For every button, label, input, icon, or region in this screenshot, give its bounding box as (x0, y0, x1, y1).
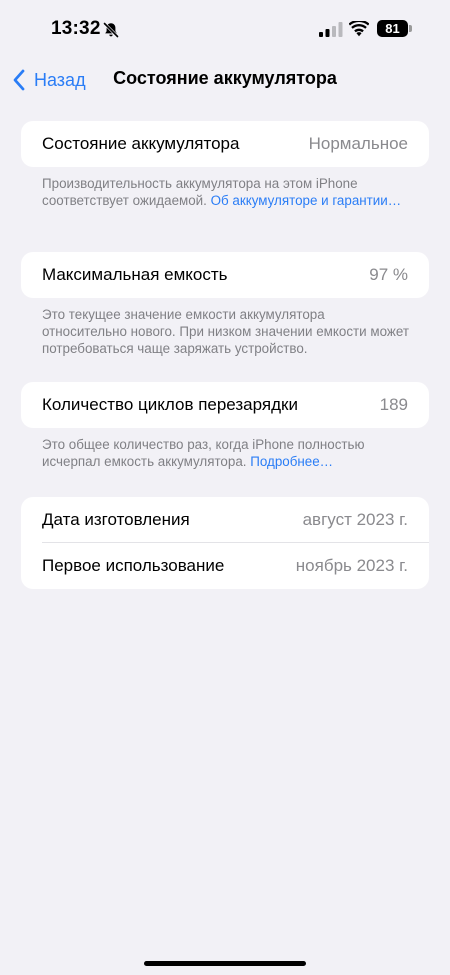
battery-health-label: Состояние аккумулятора (42, 134, 240, 153)
first-use-value: ноябрь 2023 г. (295, 556, 408, 575)
manufacture-date-value: август 2023 г. (302, 510, 408, 529)
home-indicator[interactable] (144, 961, 306, 966)
battery-health-row: Состояние аккумулятора Нормальное (21, 121, 429, 167)
max-capacity-card: Максимальная емкость 97 % (21, 252, 429, 298)
max-capacity-footnote-text: Это текущее значение емкости аккумулятор… (42, 307, 409, 356)
cycle-count-card: Количество циклов перезарядки 189 (21, 382, 429, 428)
manufacture-date-label: Дата изготовления (42, 510, 190, 529)
manufacture-date-row: Дата изготовления август 2023 г. (21, 497, 429, 543)
battery-tip (409, 25, 412, 32)
first-use-row: Первое использование ноябрь 2023 г. (21, 543, 429, 589)
battery-health-card: Состояние аккумулятора Нормальное (21, 121, 429, 167)
bell-slash-icon (102, 21, 120, 39)
cycle-count-footnote: Это общее количество раз, когда iPhone п… (42, 436, 412, 470)
max-capacity-value: 97 % (369, 265, 408, 284)
dates-card: Дата изготовления август 2023 г. Первое … (21, 497, 429, 589)
cycle-count-label: Количество циклов перезарядки (42, 395, 298, 414)
first-use-label: Первое использование (42, 556, 225, 575)
wifi-icon (348, 19, 370, 37)
status-bar: 13:32 81 (0, 0, 450, 60)
cellular-signal-icon (319, 22, 343, 37)
cycle-count-row: Количество циклов перезарядки 189 (21, 382, 429, 428)
status-time: 13:32 (51, 18, 101, 39)
max-capacity-footnote: Это текущее значение емкости аккумулятор… (42, 306, 412, 357)
learn-more-link[interactable]: Подробнее… (250, 454, 333, 469)
max-capacity-label: Максимальная емкость (42, 265, 228, 284)
navigation-bar: Назад Состояние аккумулятора (0, 60, 450, 100)
battery-indicator: 81 (377, 20, 408, 37)
page-title: Состояние аккумулятора (113, 68, 337, 88)
cycle-count-value: 189 (379, 395, 408, 414)
max-capacity-row: Максимальная емкость 97 % (21, 252, 429, 298)
battery-health-footnote: Производительность аккумулятора на этом … (42, 175, 412, 209)
battery-health-value: Нормальное (308, 134, 408, 153)
battery-warranty-link[interactable]: Об аккумуляторе и гарантии… (211, 193, 402, 208)
